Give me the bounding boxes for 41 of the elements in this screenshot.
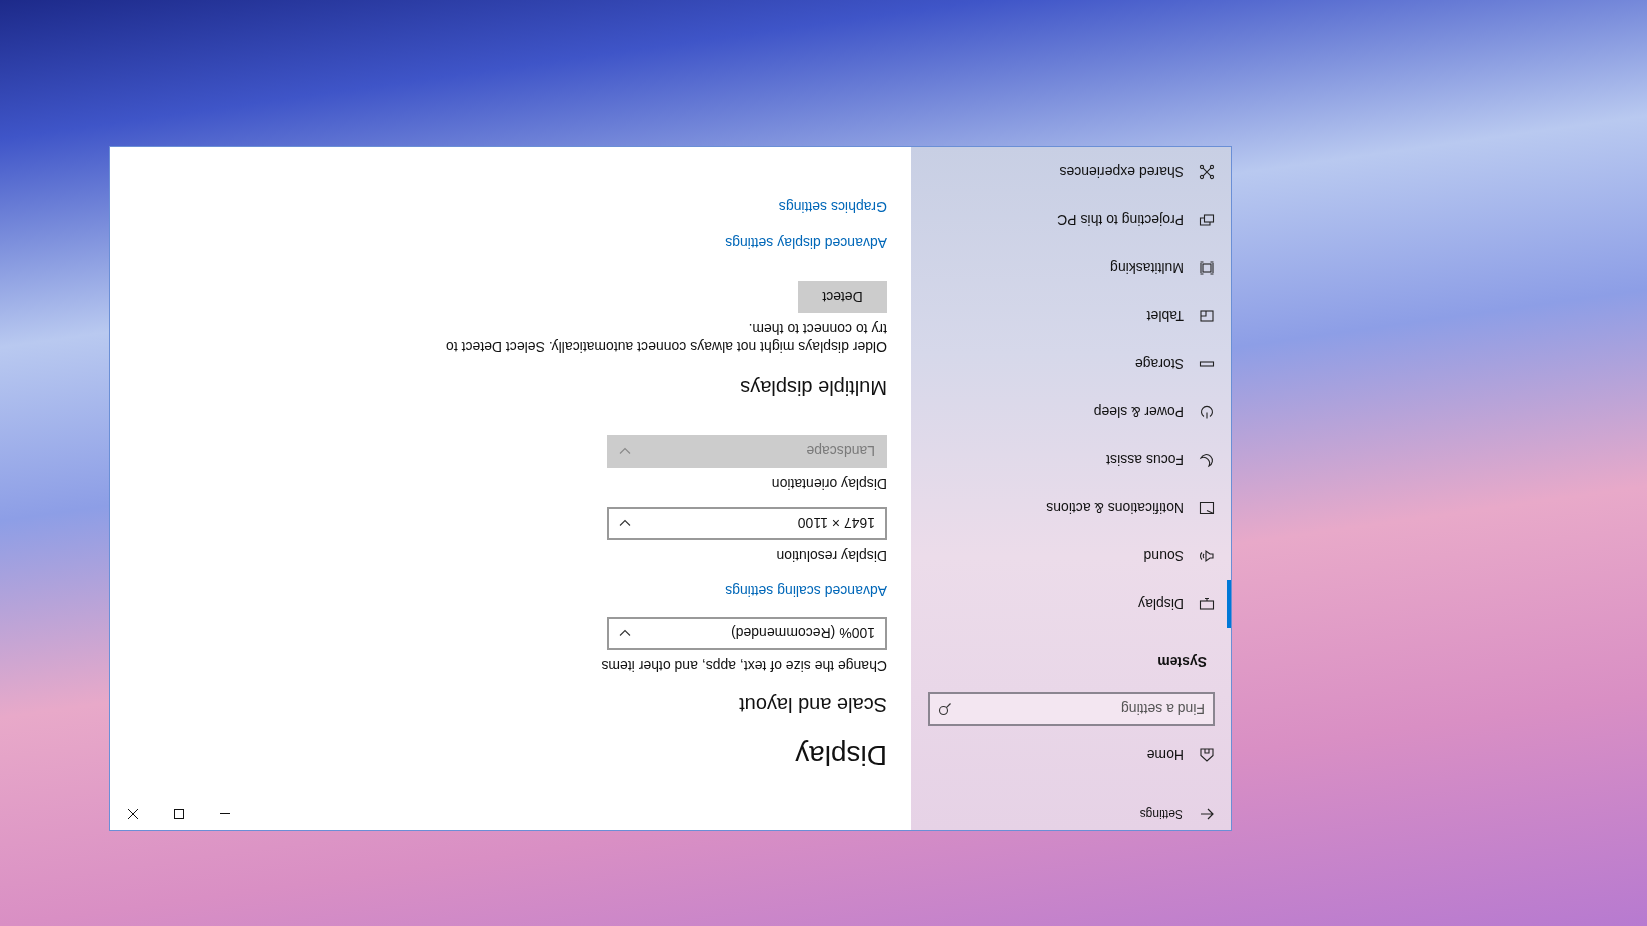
nav-item[interactable]: Storage: [911, 340, 1231, 388]
message-icon: [1199, 500, 1215, 516]
chevron-down-icon: [619, 519, 631, 528]
nav-item[interactable]: Notifications & actions: [911, 484, 1231, 532]
settings-link[interactable]: Advanced scaling settings: [725, 581, 887, 601]
home-nav-item[interactable]: Home: [911, 731, 1231, 779]
overlapping-screens-icon: [1199, 212, 1215, 228]
dropdown: Landscape: [607, 435, 887, 468]
page-title: Display: [795, 739, 887, 773]
settings-link[interactable]: Graphics settings: [778, 197, 887, 217]
section-heading: System: [1157, 653, 1207, 672]
nav-item[interactable]: Power & sleep: [911, 388, 1231, 436]
speaker-icon: [1199, 548, 1215, 564]
nav-item[interactable]: Focus assist: [911, 436, 1231, 484]
nav-item[interactable]: Shared experiences: [911, 148, 1231, 196]
section-heading: Multiple displays: [740, 376, 887, 401]
field-label: Display resolution: [776, 547, 887, 566]
detect-button[interactable]: Detect: [798, 281, 887, 313]
tablet-icon: [1199, 308, 1215, 324]
power-icon: [1199, 404, 1215, 420]
field-label: Display orientation: [771, 475, 887, 494]
nav-item[interactable]: Projecting to this PC: [911, 196, 1231, 244]
description-text: Older displays might not always connect automatically. Select Detect to try to connect to them.: [445, 320, 887, 356]
chevron-down-icon: [619, 447, 631, 456]
stacked-windows-icon: [1199, 260, 1215, 276]
settings-link[interactable]: Advanced display settings: [725, 233, 887, 253]
section-heading: Scale and layout: [739, 693, 887, 718]
window-title: Settings: [1139, 807, 1183, 821]
field-label: Change the size of text, apps, and other items: [601, 657, 887, 676]
moon-icon: [1199, 452, 1215, 468]
dropdown[interactable]: 100% (Recommended): [607, 617, 887, 650]
nav-item[interactable]: Tablet: [911, 292, 1231, 340]
search-icon: [938, 702, 952, 716]
nav-item[interactable]: Multitasking: [911, 244, 1231, 292]
chevron-down-icon: [619, 629, 631, 638]
dropdown[interactable]: 1647 × 1100: [607, 507, 887, 540]
search-field[interactable]: Find a setting: [928, 692, 1215, 726]
home-icon: [1199, 747, 1215, 763]
network-nodes-icon: [1199, 164, 1215, 180]
monitor-icon: [1199, 596, 1215, 612]
nav-item[interactable]: Sound: [911, 532, 1231, 580]
